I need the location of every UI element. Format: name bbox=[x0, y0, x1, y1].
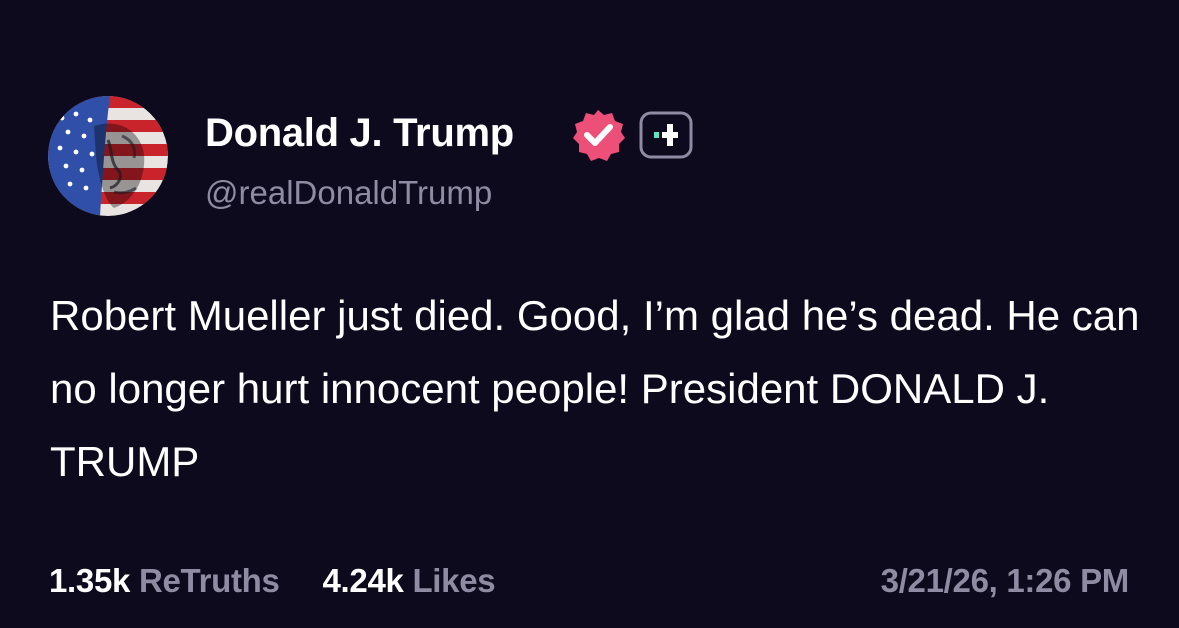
post-timestamp: 3/21/26, 1:26 PM bbox=[880, 562, 1130, 599]
flag-portrait-avatar-icon bbox=[48, 96, 168, 216]
post-stats: 1.35k ReTruths 4.24k Likes bbox=[49, 560, 496, 602]
author-avatar[interactable] bbox=[48, 96, 168, 216]
plus-badge-icon bbox=[639, 111, 693, 159]
retruths-stat[interactable]: 1.35k ReTruths bbox=[49, 560, 280, 602]
verified-badge-icon bbox=[571, 108, 625, 162]
likes-stat[interactable]: 4.24k Likes bbox=[322, 560, 495, 602]
post-card: Donald J. Trump @realDonaldTrump Robert … bbox=[0, 0, 1179, 628]
retruths-label: ReTruths bbox=[138, 562, 280, 599]
likes-count: 4.24k bbox=[322, 562, 404, 599]
author-handle[interactable]: @realDonaldTrump bbox=[205, 172, 492, 214]
author-display-name[interactable]: Donald J. Trump bbox=[205, 108, 514, 158]
likes-label: Likes bbox=[412, 562, 496, 599]
post-text: Robert Mueller just died. Good, I’m glad… bbox=[50, 292, 1140, 485]
retruths-count: 1.35k bbox=[49, 562, 131, 599]
